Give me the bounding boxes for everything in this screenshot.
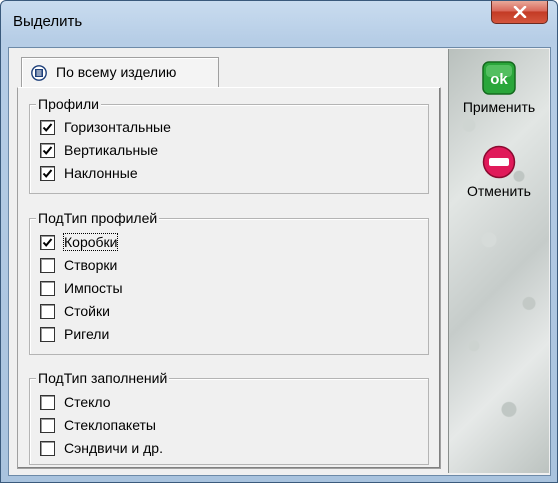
checkbox-label: Импосты [64, 280, 123, 296]
tab-label: По всему изделию [56, 64, 177, 80]
checkbox-box[interactable] [40, 326, 55, 342]
close-button[interactable] [491, 1, 548, 24]
checkbox-sashes[interactable]: Створки [40, 256, 117, 274]
checkbox-transoms[interactable]: Ригели [40, 325, 109, 343]
group-title: Профили [36, 96, 101, 112]
checkbox-mullions[interactable]: Импосты [40, 279, 123, 297]
checkbox-box[interactable] [40, 257, 55, 273]
checkbox-label: Ригели [64, 326, 110, 342]
cancel-label: Отменить [467, 183, 531, 199]
checkbox-box[interactable] [40, 165, 55, 181]
checkmark-icon [42, 145, 53, 155]
checkbox-sandwich[interactable]: Сэндвичи и др. [40, 439, 163, 457]
checkbox-box[interactable] [40, 119, 55, 135]
group-profile-subtype: ПодТип профилей Коробки Створки Импосты … [29, 210, 429, 355]
checkmark-icon [42, 237, 53, 247]
checkbox-box[interactable] [40, 234, 55, 250]
tab-document-icon [30, 65, 48, 86]
tab-panel: Профили Горизонтальные Вертикальные Накл… [17, 87, 441, 469]
apply-label: Применить [462, 99, 536, 115]
checkbox-vertical[interactable]: Вертикальные [40, 141, 158, 159]
checkmark-icon [42, 168, 53, 178]
window-title: Выделить [13, 13, 83, 30]
dialog-window: Выделить По всему изделию Профили Горизо… [0, 0, 558, 483]
checkbox-label: Горизонтальные [64, 119, 171, 135]
action-side-panel: ok Применить Отменить [448, 49, 549, 473]
checkbox-label: Вертикальные [64, 142, 159, 158]
checkbox-box[interactable] [40, 303, 55, 319]
checkbox-label: Стеклопакеты [64, 417, 156, 433]
checkbox-box[interactable] [40, 417, 55, 433]
checkmark-icon [42, 122, 53, 132]
checkbox-label: Створки [64, 257, 118, 273]
cancel-button[interactable]: Отменить [449, 145, 549, 199]
title-bar[interactable]: Выделить [1, 1, 557, 47]
checkbox-box[interactable] [40, 142, 55, 158]
checkbox-box[interactable] [40, 440, 55, 456]
checkbox-inclined[interactable]: Наклонные [40, 164, 138, 182]
checkbox-box[interactable] [40, 280, 55, 296]
ok-icon: ok [482, 61, 516, 95]
checkbox-frames[interactable]: Коробки [40, 233, 119, 251]
checkbox-glass-units[interactable]: Стеклопакеты [40, 416, 156, 434]
tab-whole-product[interactable]: По всему изделию [21, 57, 219, 88]
ok-icon-text: ok [490, 71, 508, 88]
group-filling-subtype: ПодТип заполнений Стекло Стеклопакеты Сэ… [29, 370, 429, 465]
checkbox-horizontal[interactable]: Горизонтальные [40, 118, 171, 136]
checkbox-glass[interactable]: Стекло [40, 393, 111, 411]
checkbox-label: Стекло [64, 394, 111, 410]
checkbox-label: Стойки [64, 303, 110, 319]
checkbox-label: Сэндвичи и др. [64, 440, 163, 456]
close-icon [513, 6, 526, 18]
checkbox-posts[interactable]: Стойки [40, 302, 110, 320]
stop-icon [482, 145, 516, 179]
checkbox-box[interactable] [40, 394, 55, 410]
checkbox-label: Наклонные [64, 165, 138, 181]
group-title: ПодТип профилей [36, 210, 160, 226]
checkbox-label: Коробки [62, 233, 119, 251]
group-title: ПодТип заполнений [36, 370, 170, 386]
group-profiles: Профили Горизонтальные Вертикальные Накл… [29, 96, 429, 194]
apply-button[interactable]: ok Применить [449, 61, 549, 115]
